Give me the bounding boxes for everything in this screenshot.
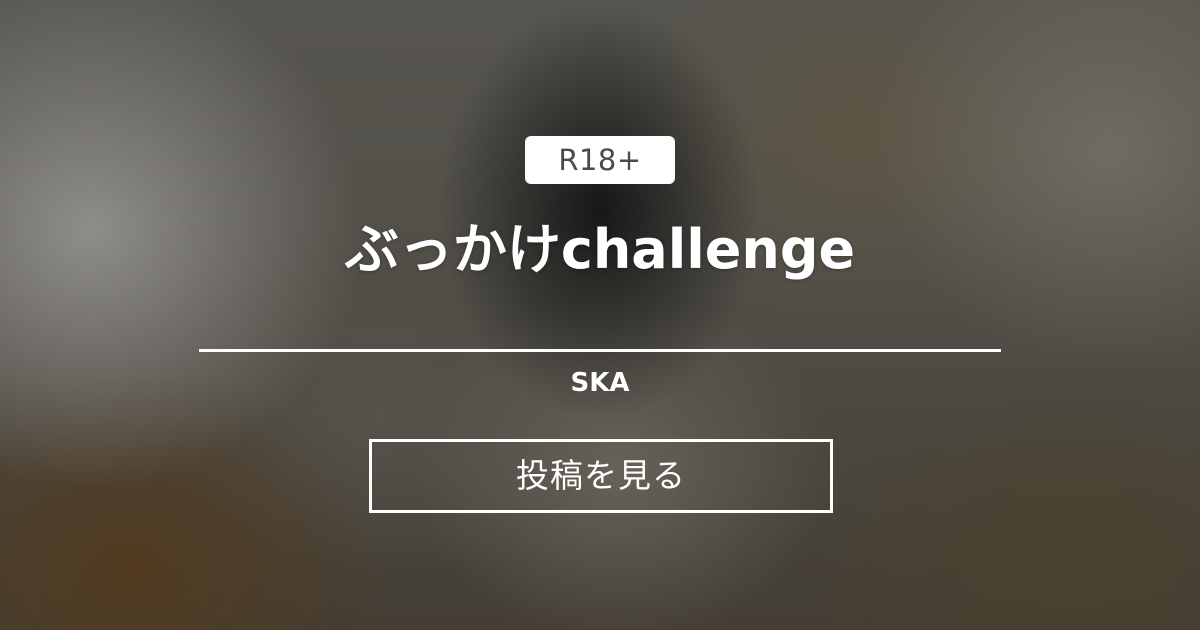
- divider: [199, 349, 1001, 352]
- view-post-button[interactable]: 投稿を見る: [369, 439, 833, 513]
- author-name: SKA: [570, 368, 630, 398]
- share-card: R18+ ぶっかけchallenge SKA 投稿を見る: [0, 0, 1200, 630]
- blurred-background-image: [0, 0, 1200, 630]
- post-title: ぶっかけchallenge: [344, 218, 856, 281]
- age-rating-badge: R18+: [525, 136, 675, 184]
